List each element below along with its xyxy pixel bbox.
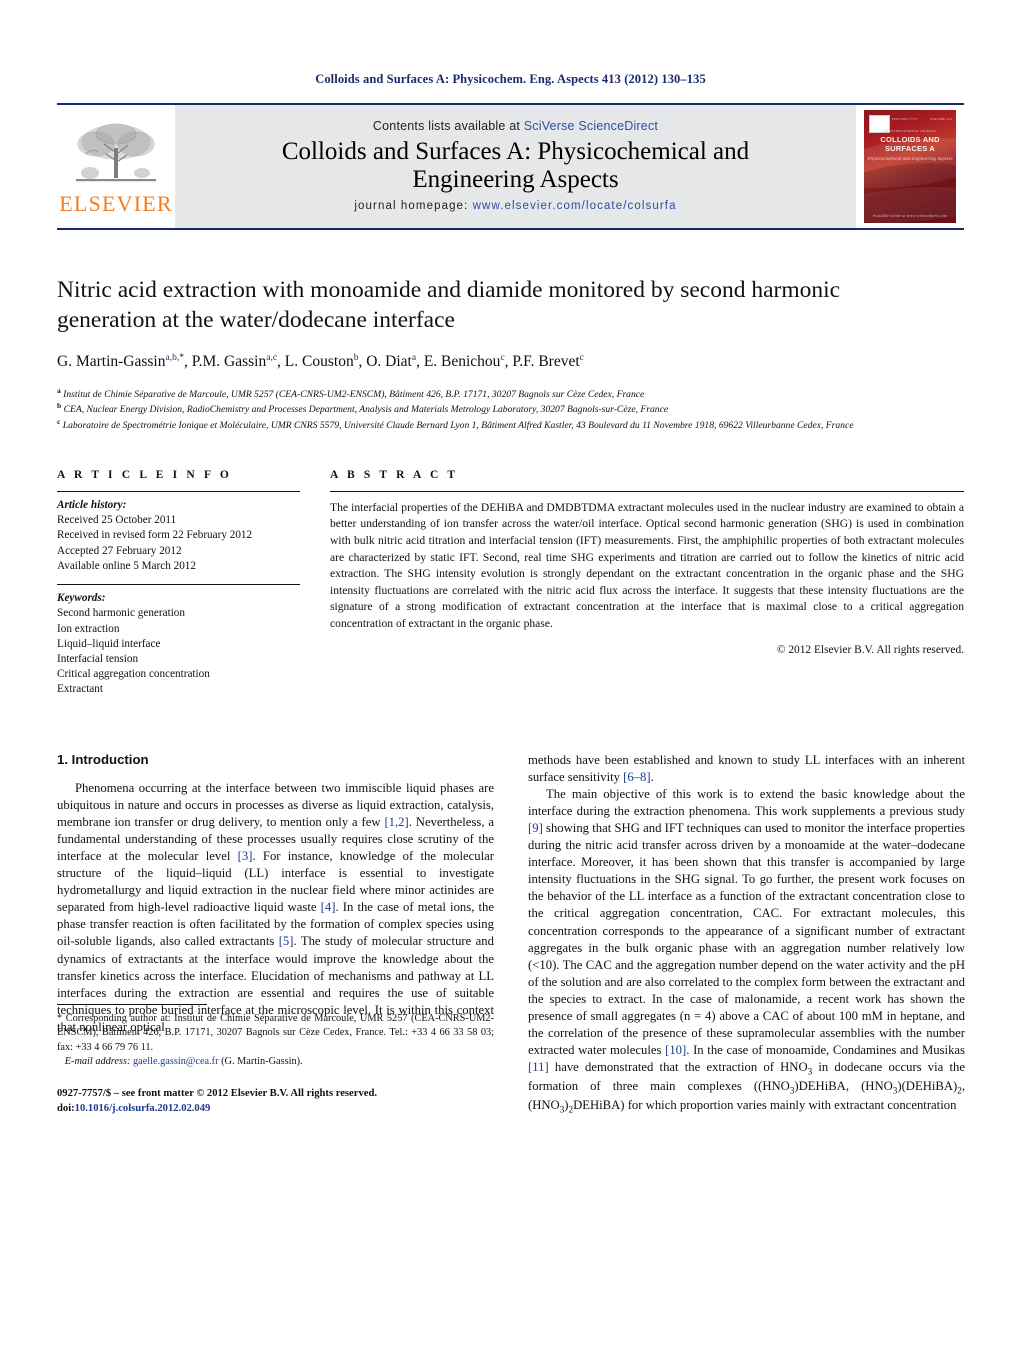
doi-link[interactable]: 10.1016/j.colsurfa.2012.02.049 bbox=[75, 1103, 211, 1114]
masthead-center-band: Contents lists available at SciVerse Sci… bbox=[175, 105, 856, 228]
abstract-column: A B S T R A C T The interfacial properti… bbox=[330, 469, 964, 708]
footnote-star-marker: * bbox=[57, 1012, 63, 1024]
affiliation-marker-c: c bbox=[57, 417, 61, 427]
email-address-link[interactable]: gaelle.gassin@cea.fr bbox=[133, 1056, 219, 1067]
history-item: Received in revised form 22 February 201… bbox=[57, 529, 253, 542]
affiliation-list: a Institut de Chimie Séparative de Marco… bbox=[57, 386, 964, 433]
issn-line: 0927-7757/$ – see front matter © 2012 El… bbox=[57, 1087, 377, 1099]
abstract-text: The interfacial properties of the DEHiBA… bbox=[330, 500, 964, 630]
keyword-item: Ion extraction bbox=[57, 622, 120, 635]
homepage-label: journal homepage: bbox=[354, 200, 469, 212]
article-history-group: Article history: Received 25 October 201… bbox=[57, 492, 300, 584]
author-list: G. Martin-Gassina,b,*, P.M. Gassina,c, L… bbox=[57, 353, 584, 371]
article-page: Colloids and Surfaces A: Physicochem. En… bbox=[0, 0, 1021, 1351]
keyword-item: Liquid–liquid interface bbox=[57, 637, 161, 650]
intro-paragraph-2: methods have been established and known … bbox=[528, 752, 965, 784]
cover-journal-title: COLLOIDS AND SURFACES A bbox=[880, 135, 940, 153]
intro-paragraph-3: The main objective of this work is to ex… bbox=[528, 786, 965, 1115]
journal-homepage-line: journal homepage: www.elsevier.com/locat… bbox=[354, 200, 676, 212]
elsevier-tree-icon bbox=[76, 123, 156, 182]
footnote-rule bbox=[57, 1003, 207, 1005]
keyword-item: Extractant bbox=[57, 683, 103, 696]
cover-journal-subtitle: Physicochemical and Engineering Aspects bbox=[867, 157, 953, 162]
cover-bottom-text: Available online at www.sciencedirect.co… bbox=[872, 214, 948, 218]
contents-prefix: Contents lists available at bbox=[372, 119, 524, 133]
keywords-label: Keywords: bbox=[57, 592, 106, 605]
footnote-region: * Corresponding author at: Institut de C… bbox=[57, 1003, 494, 1116]
doi-label: doi: bbox=[57, 1102, 75, 1114]
info-abstract-region: A R T I C L E I N F O Article history: R… bbox=[57, 469, 964, 708]
cover-volume: VOLUME 413 bbox=[929, 117, 952, 121]
running-head: Colloids and Surfaces A: Physicochem. En… bbox=[315, 72, 706, 86]
cover-issn: ISSN 0927-7757 bbox=[892, 117, 918, 121]
sciencedirect-link[interactable]: SciVerse ScienceDirect bbox=[524, 119, 658, 133]
homepage-url-link[interactable]: www.elsevier.com/locate/colsurfa bbox=[473, 200, 677, 212]
corresponding-author-text: Corresponding author at: Institut de Chi… bbox=[57, 1012, 494, 1053]
body-columns: 1. Introduction Phenomena occurring at t… bbox=[57, 752, 965, 1116]
affiliation-marker-a: a bbox=[57, 385, 61, 395]
affiliation-a-text: Institut de Chimie Séparative de Marcoul… bbox=[63, 388, 645, 400]
article-title: Nitric acid extraction with monoamide an… bbox=[57, 277, 841, 333]
history-item: Received 25 October 2011 bbox=[57, 514, 177, 527]
affiliation-a: a Institut de Chimie Séparative de Marco… bbox=[57, 386, 964, 402]
elsevier-wordmark: ELSEVIER bbox=[59, 191, 173, 216]
affiliation-c-text: Laboratoire de Spectrométrie Ionique et … bbox=[62, 420, 854, 432]
history-item: Available online 5 March 2012 bbox=[57, 559, 196, 572]
journal-title-line-1: Colloids and Surfaces A: Physicochemical… bbox=[281, 138, 750, 165]
journal-title-line-2: Engineering Aspects bbox=[412, 166, 619, 193]
abstract-label: A B S T R A C T bbox=[330, 468, 459, 481]
keyword-item: Second harmonic generation bbox=[57, 607, 185, 620]
keywords-group: Keywords: Second harmonic generation Ion… bbox=[57, 585, 300, 708]
intro-paragraph-1: Phenomena occurring at the interface bet… bbox=[57, 780, 494, 1034]
article-info-column: A R T I C L E I N F O Article history: R… bbox=[57, 469, 300, 708]
cover-tagline: AN INTERNATIONAL JOURNAL bbox=[883, 129, 937, 133]
doi-line: doi:10.1016/j.colsurfa.2012.02.049 bbox=[57, 1101, 494, 1116]
issn-copyright-block: 0927-7757/$ – see front matter © 2012 El… bbox=[57, 1086, 494, 1116]
elsevier-logo: ELSEVIER bbox=[57, 105, 175, 228]
article-info-label: A R T I C L E I N F O bbox=[57, 468, 232, 481]
affiliation-c: c Laboratoire de Spectrométrie Ionique e… bbox=[57, 417, 964, 433]
keyword-item: Interfacial tension bbox=[57, 653, 139, 666]
journal-cover-thumbnail: ISSN 0927-7757 VOLUME 413 AN INTERNATION… bbox=[856, 105, 964, 228]
cover-top-text: ISSN 0927-7757 VOLUME 413 bbox=[892, 117, 952, 121]
email-address-label: E-mail address: bbox=[64, 1056, 131, 1068]
title-block: Nitric acid extraction with monoamide an… bbox=[57, 276, 964, 433]
right-column: methods have been established and known … bbox=[528, 752, 965, 1116]
email-owner: (G. Martin-Gassin). bbox=[221, 1056, 303, 1068]
section-heading-introduction: 1. Introduction bbox=[57, 751, 149, 767]
corresponding-author-note: * Corresponding author at: Institut de C… bbox=[57, 1012, 494, 1070]
contents-list-line: Contents lists available at SciVerse Sci… bbox=[373, 119, 658, 133]
abstract-copyright: © 2012 Elsevier B.V. All rights reserved… bbox=[776, 643, 964, 656]
journal-title: Colloids and Surfaces A: Physicochemical… bbox=[282, 138, 749, 194]
left-column: 1. Introduction Phenomena occurring at t… bbox=[57, 752, 494, 1116]
keyword-item: Critical aggregation concentration bbox=[57, 668, 210, 681]
affiliation-marker-b: b bbox=[57, 401, 62, 411]
article-history-label: Article history: bbox=[57, 498, 127, 511]
cover-artwork: ISSN 0927-7757 VOLUME 413 AN INTERNATION… bbox=[864, 110, 956, 223]
affiliation-b-text: CEA, Nuclear Energy Division, RadioChemi… bbox=[63, 404, 669, 416]
affiliation-b: b CEA, Nuclear Energy Division, RadioChe… bbox=[57, 401, 964, 417]
journal-masthead: ELSEVIER Contents lists available at Sci… bbox=[57, 103, 964, 230]
history-item: Accepted 27 February 2012 bbox=[57, 544, 182, 557]
